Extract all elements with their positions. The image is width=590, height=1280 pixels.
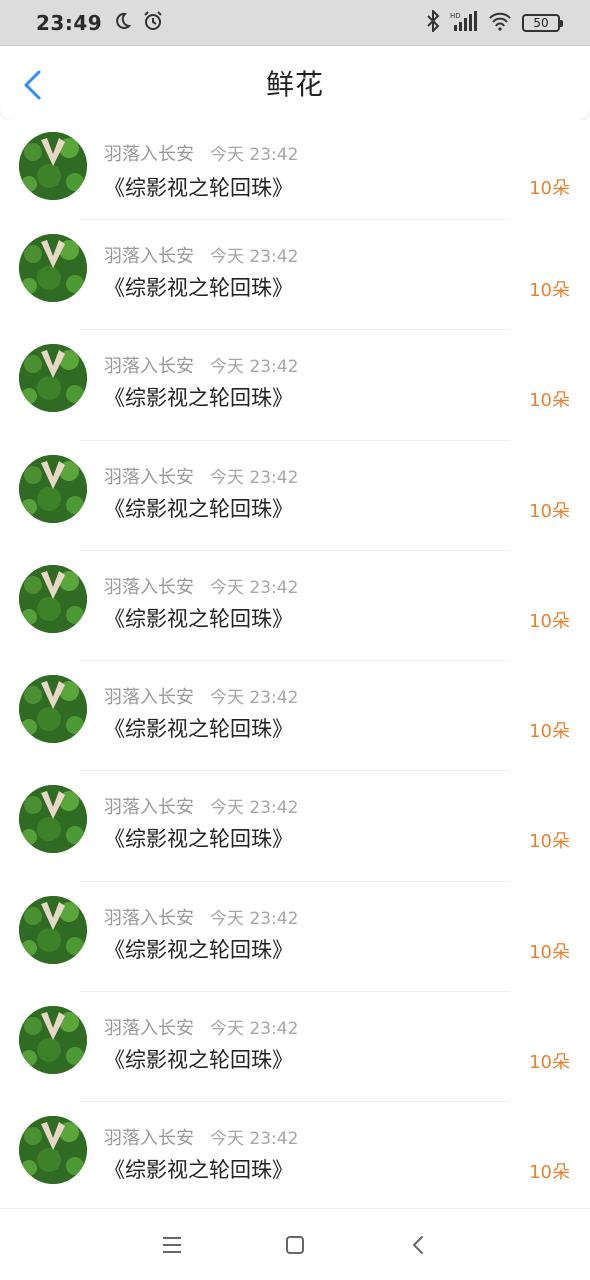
system-back-button[interactable] <box>398 1225 438 1265</box>
timestamp: 今天 23:42 <box>210 1019 299 1040</box>
list-item[interactable]: 羽落入长安 今天 23:42 《综影视之轮回珠》 10朵 <box>0 220 590 331</box>
item-meta: 羽落入长安 今天 23:42 <box>104 904 298 930</box>
item-meta: 羽落入长安 今天 23:42 <box>104 683 298 709</box>
book-title[interactable]: 《综影视之轮回珠》 <box>104 934 293 964</box>
timestamp: 今天 23:42 <box>210 247 299 267</box>
list-item[interactable]: 羽落入长安 今天 23:42 《综影视之轮回珠》 10朵 <box>0 771 590 882</box>
username[interactable]: 羽落入长安 <box>104 683 194 709</box>
book-title[interactable]: 《综影视之轮回珠》 <box>104 823 293 853</box>
list-item[interactable]: 羽落入长安 今天 23:42 《综影视之轮回珠》 10朵 <box>0 1102 590 1213</box>
flower-count: 10朵 <box>529 390 570 412</box>
flower-count: 10朵 <box>529 1162 570 1184</box>
signal-icon: HD <box>450 10 478 36</box>
header: 鲜花 <box>0 46 590 120</box>
username[interactable]: 羽落入长安 <box>104 1124 194 1150</box>
book-title[interactable]: 《综影视之轮回珠》 <box>104 172 293 202</box>
flower-count: 10朵 <box>529 178 570 199</box>
system-nav-bar <box>0 1208 590 1280</box>
book-title[interactable]: 《综影视之轮回珠》 <box>104 1044 293 1074</box>
book-title[interactable]: 《综影视之轮回珠》 <box>104 1154 293 1184</box>
item-meta: 羽落入长安 今天 23:42 <box>104 140 298 166</box>
back-triangle-icon <box>413 1235 424 1254</box>
list-item[interactable]: 羽落入长安 今天 23:42 《综影视之轮回珠》 10朵 <box>0 120 590 220</box>
avatar[interactable] <box>19 234 87 302</box>
menu-icon <box>162 1236 181 1253</box>
username[interactable]: 羽落入长安 <box>104 463 194 489</box>
timestamp: 今天 23:42 <box>210 577 299 598</box>
flower-count: 10朵 <box>529 1052 570 1074</box>
avatar[interactable] <box>19 454 87 523</box>
back-button[interactable] <box>18 68 48 102</box>
timestamp: 今天 23:42 <box>210 1129 299 1150</box>
item-meta: 羽落入长安 今天 23:42 <box>104 242 298 268</box>
item-meta: 羽落入长安 今天 23:42 <box>104 573 298 599</box>
username[interactable]: 羽落入长安 <box>104 904 194 930</box>
username[interactable]: 羽落入长安 <box>104 573 194 599</box>
item-meta: 羽落入长安 今天 23:42 <box>104 1014 298 1040</box>
book-title[interactable]: 《综影视之轮回珠》 <box>104 493 293 523</box>
signal-label: HD <box>450 12 461 20</box>
status-time: 23:49 <box>36 10 103 35</box>
username[interactable]: 羽落入长安 <box>104 352 194 378</box>
avatar[interactable] <box>19 1116 87 1185</box>
flower-list: 羽落入长安 今天 23:42 《综影视之轮回珠》 10朵 羽落入长安 今天 23… <box>0 120 590 1213</box>
page-title: 鲜花 <box>265 68 324 101</box>
flower-count: 10朵 <box>529 831 570 853</box>
status-right: HD 50 <box>426 8 563 36</box>
book-title[interactable]: 《综影视之轮回珠》 <box>104 603 293 633</box>
list-item[interactable]: 羽落入长安 今天 23:42 《综影视之轮回珠》 10朵 <box>0 661 590 772</box>
wifi-icon <box>488 11 512 35</box>
menu-button[interactable] <box>152 1225 192 1265</box>
flower-count: 10朵 <box>529 610 570 632</box>
battery-icon: 50 <box>522 13 563 32</box>
avatar[interactable] <box>19 895 87 964</box>
home-square-icon <box>285 1235 304 1254</box>
avatar[interactable] <box>19 564 87 633</box>
timestamp: 今天 23:42 <box>210 798 299 819</box>
username[interactable]: 羽落入长安 <box>104 140 194 166</box>
alarm-icon <box>142 10 164 36</box>
moon-icon <box>112 11 132 35</box>
username[interactable]: 羽落入长安 <box>104 242 194 268</box>
avatar[interactable] <box>19 344 87 413</box>
username[interactable]: 羽落入长安 <box>104 793 194 819</box>
flower-count: 10朵 <box>529 280 570 301</box>
book-title[interactable]: 《综影视之轮回珠》 <box>104 713 293 743</box>
username[interactable]: 羽落入长安 <box>104 1014 194 1040</box>
timestamp: 今天 23:42 <box>210 908 299 929</box>
status-left: 23:49 <box>36 10 164 36</box>
avatar[interactable] <box>19 785 87 854</box>
list-item[interactable]: 羽落入长安 今天 23:42 《综影视之轮回珠》 10朵 <box>0 330 590 441</box>
avatar[interactable] <box>19 675 87 744</box>
flower-count: 10朵 <box>529 721 570 743</box>
chevron-left-icon <box>24 70 41 100</box>
list-item[interactable]: 羽落入长安 今天 23:42 《综影视之轮回珠》 10朵 <box>0 550 590 662</box>
book-title[interactable]: 《综影视之轮回珠》 <box>104 272 293 302</box>
timestamp: 今天 23:42 <box>210 357 299 378</box>
status-bar: 23:49 HD 50 <box>0 0 590 46</box>
avatar[interactable] <box>19 132 87 200</box>
item-meta: 羽落入长安 今天 23:42 <box>104 1124 298 1150</box>
list-item[interactable]: 羽落入长安 今天 23:42 《综影视之轮回珠》 10朵 <box>0 440 590 551</box>
item-meta: 羽落入长安 今天 23:42 <box>104 793 298 819</box>
flower-count: 10朵 <box>529 500 570 522</box>
home-button[interactable] <box>275 1225 315 1265</box>
list-item[interactable]: 羽落入长安 今天 23:42 《综影视之轮回珠》 10朵 <box>0 992 590 1103</box>
item-meta: 羽落入长安 今天 23:42 <box>104 352 298 378</box>
avatar[interactable] <box>19 1006 87 1075</box>
timestamp: 今天 23:42 <box>210 467 299 488</box>
list-item[interactable]: 羽落入长安 今天 23:42 《综影视之轮回珠》 10朵 <box>0 881 590 993</box>
bluetooth-icon <box>426 8 440 36</box>
timestamp: 今天 23:42 <box>210 145 299 165</box>
battery-level: 50 <box>533 15 549 30</box>
flower-count: 10朵 <box>529 941 570 963</box>
item-meta: 羽落入长安 今天 23:42 <box>104 463 298 489</box>
book-title[interactable]: 《综影视之轮回珠》 <box>104 382 293 412</box>
timestamp: 今天 23:42 <box>210 688 299 709</box>
